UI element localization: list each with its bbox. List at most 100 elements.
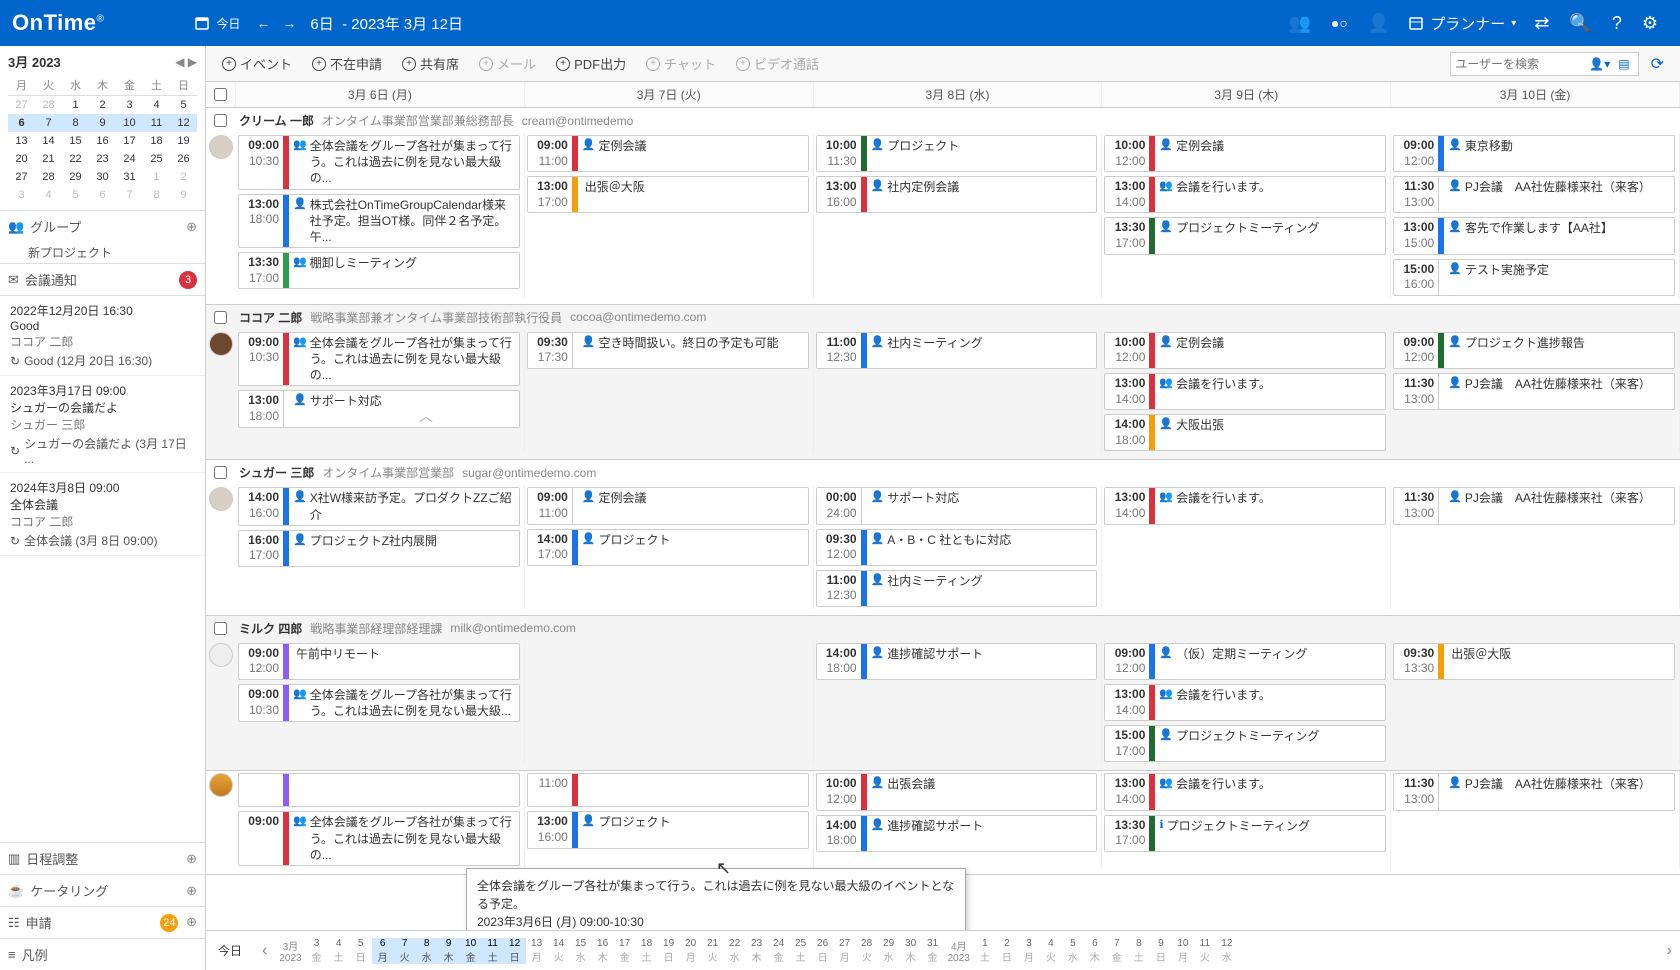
event-card[interactable]: 10:0012:00👤定例会議 (1104, 135, 1386, 172)
user-checkbox[interactable] (214, 114, 227, 127)
event-card[interactable]: 13:0016:00👤プロジェクト (527, 811, 809, 848)
tline-day[interactable]: 29水 (878, 938, 900, 964)
tline-day[interactable]: 7金 (1106, 938, 1128, 964)
tool-event[interactable]: +イベント (214, 50, 300, 77)
event-card[interactable]: 14:0016:00👤X社W様来訪予定。プロダクトZZご紹介 (238, 487, 520, 525)
mini-cal-day[interactable]: 6 (8, 114, 35, 132)
select-all-checkbox[interactable] (214, 88, 227, 101)
next-button[interactable]: → (276, 11, 302, 35)
event-card[interactable]: 09:3012:00👤A・B・C 社ともに対応 (816, 529, 1098, 566)
day-cell[interactable]: 14:0018:00👤進捗確認サポート (814, 641, 1103, 765)
mini-cal-next[interactable]: ▶ (188, 55, 197, 69)
tline-day[interactable]: 27月 (834, 938, 856, 964)
event-card[interactable]: 10:0012:00👤出張会議 (816, 773, 1098, 810)
sidebar-catering[interactable]: ☕ケータリング ⊕ (0, 874, 205, 906)
footer-next[interactable]: › (1659, 942, 1680, 960)
mini-cal-day[interactable]: 30 (89, 168, 116, 186)
tline-day[interactable]: 11火 (1194, 938, 1216, 964)
tool-absence[interactable]: +不在申請 (304, 50, 390, 77)
day-cell[interactable]: 11:3013:00👤PJ会議 AA社佐藤様来社（来客） (1391, 485, 1680, 609)
avatar[interactable] (209, 135, 233, 159)
mini-cal-prev[interactable]: ◀ (175, 55, 184, 69)
event-card[interactable]: 13:0014:00👥会議を行います。 (1104, 773, 1386, 810)
mini-cal-day[interactable]: 31 (116, 168, 143, 186)
person-dropdown-icon[interactable]: 👤▾ (1585, 57, 1614, 71)
mini-cal-day[interactable]: 27 (8, 96, 35, 115)
mini-cal-day[interactable]: 15 (62, 132, 89, 150)
tline-day[interactable]: 17金 (614, 938, 636, 964)
event-card[interactable]: 11:0012:30👤社内ミーティング (816, 332, 1098, 369)
tline-day[interactable]: 25土 (790, 938, 812, 964)
day-cell[interactable]: 09:0011:00👤定例会議13:0017:00出張＠大阪 (525, 133, 814, 298)
event-card[interactable]: 09:0012:00👤（仮）定期ミーティング (1104, 643, 1386, 680)
event-card[interactable]: 15:0016:00👤テスト実施予定 (1393, 259, 1675, 296)
event-card[interactable]: 09:3017:30👤空き時間扱い。終日の予定も可能 (527, 332, 809, 369)
notification-item[interactable]: 2024年3月8日 09:00全体会議ココア 二郎↻ 全体会議 (3月 8日 0… (0, 473, 205, 556)
mini-cal-day[interactable]: 6 (89, 186, 116, 204)
event-card[interactable]: 10:0011:30👤プロジェクト (816, 135, 1098, 172)
tline-day[interactable]: 10月 (1172, 938, 1194, 964)
tline-day[interactable]: 7火 (394, 938, 416, 964)
tline-day[interactable]: 13月 (526, 938, 548, 964)
mini-cal-day[interactable]: 10 (116, 114, 143, 132)
event-card[interactable]: 09:0011:00👤定例会議 (527, 135, 809, 172)
day-cell[interactable]: 10:0012:00👤定例会議 13:0014:00👥会議を行います。 13:301… (1102, 133, 1391, 298)
mini-cal-day[interactable]: 28 (35, 168, 62, 186)
mini-cal-day[interactable]: 24 (116, 150, 143, 168)
day-cell[interactable]: 09:3017:30👤空き時間扱い。終日の予定も可能 (525, 330, 814, 454)
tline-day[interactable]: 19日 (658, 938, 680, 964)
tline-day[interactable]: 31金 (922, 938, 944, 964)
event-card[interactable]: 16:0017:00👤プロジェクトZ社内展開 (238, 530, 520, 567)
sidebar-group-sub[interactable]: 新プロジェクト (0, 242, 205, 263)
mini-cal-day[interactable]: 27 (8, 168, 35, 186)
event-card[interactable]: 09:0010:30👥全体会議をグループ各社が集まって行う。これは過去に例を見な… (238, 135, 520, 190)
mini-cal-day[interactable]: 26 (170, 150, 197, 168)
user-search[interactable]: 👤▾ ▤ (1450, 52, 1638, 76)
plus-icon[interactable]: ⊕ (186, 851, 197, 867)
mini-cal-day[interactable]: 1 (62, 96, 89, 115)
day-cell[interactable]: 09:0010:30👥全体会議をグループ各社が集まって行う。これは過去に例を見な… (236, 330, 525, 454)
mini-cal-day[interactable]: 11 (143, 114, 170, 132)
event-card[interactable]: 13:3017:00👤プロジェクトミーティング (1104, 217, 1386, 254)
day-cell[interactable]: 13:0014:00👥会議を行います。 (1102, 485, 1391, 609)
tline-day[interactable]: 23木 (746, 938, 768, 964)
refresh-button[interactable]: ⟳ (1643, 50, 1672, 78)
day-cell[interactable]: 10:0011:30👤プロジェクト13:0016:00👤社内定例会議 (814, 133, 1103, 298)
event-card[interactable]: 11:0012:30👤社内ミーティング (816, 570, 1098, 607)
day-cell[interactable]: 00:0024:00👤サポート対応09:3012:00👤A・B・C 社ともに対応… (814, 485, 1103, 609)
mini-cal-day[interactable]: 28 (35, 96, 62, 115)
event-card[interactable]: 13:0014:00👥会議を行います。 (1104, 684, 1386, 721)
columns-icon[interactable]: ▤ (1614, 57, 1633, 71)
user-checkbox[interactable] (214, 466, 227, 479)
user-search-input[interactable] (1455, 57, 1585, 71)
event-card[interactable]: 11:3013:00👤PJ会議 AA社佐藤様来社（来客） (1393, 773, 1675, 810)
mini-cal-day[interactable]: 12 (170, 114, 197, 132)
mini-cal-day[interactable]: 8 (143, 186, 170, 204)
tline-day[interactable]: 24金 (768, 938, 790, 964)
tool-pdf[interactable]: +PDF出力 (548, 50, 634, 77)
mini-cal-day[interactable]: 23 (89, 150, 116, 168)
tline-day[interactable]: 26日 (812, 938, 834, 964)
tline-day[interactable]: 30木 (900, 938, 922, 964)
tline-day[interactable]: 4火 (1040, 938, 1062, 964)
sidebar-group[interactable]: 👥グループ ⊕ (0, 210, 205, 242)
mini-cal-day[interactable]: 9 (170, 186, 197, 204)
day-cell[interactable] (525, 641, 814, 765)
tline-day[interactable]: 5水 (1062, 938, 1084, 964)
event-card[interactable]: 11:00 (527, 773, 809, 807)
day-cell[interactable]: 09:0012:00👤（仮）定期ミーティング 13:0014:00👥会議を行います… (1102, 641, 1391, 765)
mini-cal-day[interactable]: 9 (89, 114, 116, 132)
mini-cal-day[interactable]: 18 (143, 132, 170, 150)
event-card[interactable]: 13:0014:00👥会議を行います。 (1104, 176, 1386, 213)
footer-today[interactable]: 今日 (206, 942, 254, 959)
search-icon[interactable]: 🔍 (1559, 7, 1601, 40)
day-cell[interactable]: 14:0016:00👤X社W様来訪予定。プロダクトZZご紹介 16:0017:00… (236, 485, 525, 609)
sidebar-schedule[interactable]: ▥日程調整 ⊕ (0, 842, 205, 874)
sliders-icon[interactable]: ⇄ (1524, 7, 1559, 40)
event-card[interactable]: 09:0012:00👤プロジェクト進捗報告 (1393, 332, 1675, 369)
mini-cal-day[interactable]: 1 (143, 168, 170, 186)
event-card[interactable]: 09:0010:30👥全体会議をグループ各社が集まって行う。これは過去に例を見な… (238, 332, 520, 387)
tline-day[interactable]: 21火 (702, 938, 724, 964)
tline-day[interactable]: 4土 (328, 938, 350, 964)
notification-item[interactable]: 2022年12月20日 16:30Goodココア 二郎↻ Good (12月 2… (0, 296, 205, 376)
